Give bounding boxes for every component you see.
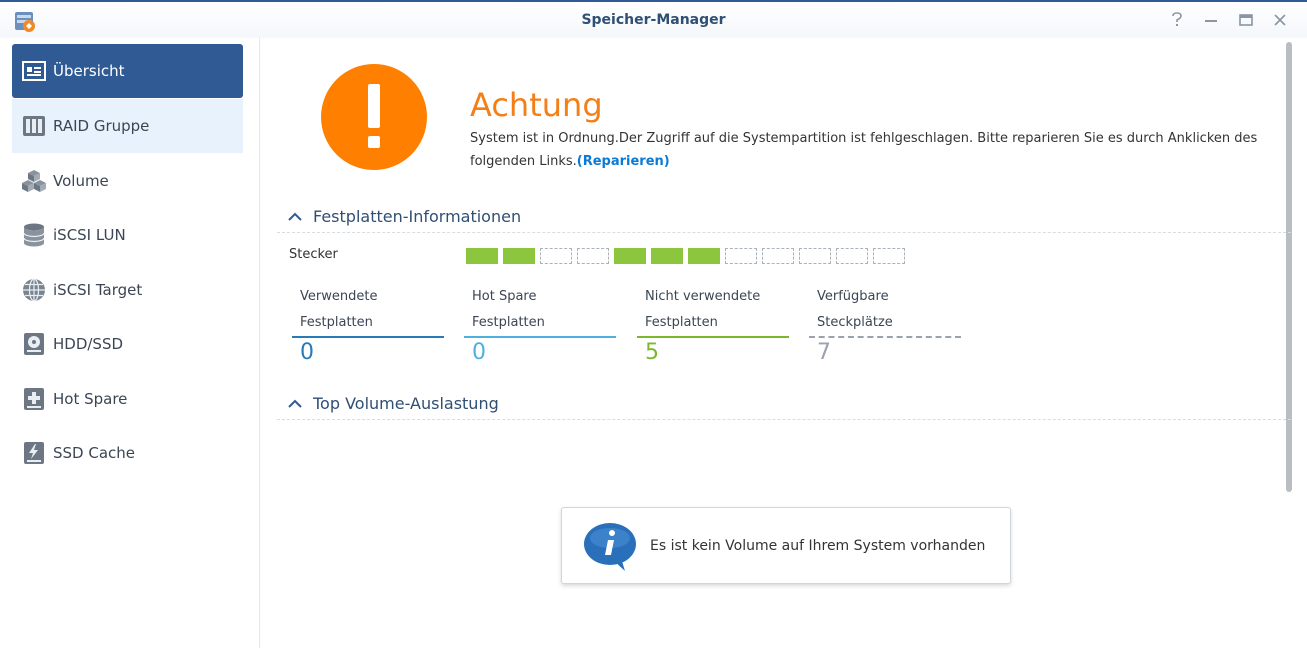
chevron-up-icon — [288, 212, 302, 221]
stat-underline — [292, 336, 444, 338]
stat-label-line1: Verfügbare — [817, 289, 889, 304]
drive-slot-occupied — [651, 248, 683, 264]
raid-icon — [22, 114, 46, 138]
sidebar-item-ssd-cache[interactable]: SSD Cache — [12, 426, 243, 480]
minimize-icon — [1205, 20, 1217, 22]
window-title: Speicher-Manager — [581, 12, 726, 28]
stecker-label: Stecker — [289, 247, 338, 262]
sidebar-item-hdd-ssd[interactable]: HDD/SSD — [12, 317, 243, 371]
stat-value: 5 — [645, 340, 659, 365]
minimize-button[interactable] — [1201, 10, 1221, 30]
volume-cubes-icon — [22, 169, 46, 193]
sidebar-item-label: Volume — [53, 172, 109, 190]
drive-slot-empty — [725, 248, 757, 264]
status-message-block: System ist in Ordnung.Der Zugriff auf di… — [470, 127, 1280, 173]
main-scrollbar[interactable] — [1286, 42, 1292, 492]
drive-slot-empty — [873, 248, 905, 264]
status-heading: Achtung — [470, 86, 603, 124]
disk-info-section-header[interactable]: Festplatten-Informationen — [287, 207, 521, 226]
sidebar: Übersicht RAID Gruppe Volume iSCSI LUN i… — [0, 38, 260, 648]
sidebar-item-iscsi-lun[interactable]: iSCSI LUN — [12, 208, 243, 262]
stat-underline — [809, 336, 961, 338]
info-bubble-icon — [584, 523, 636, 571]
sidebar-item-label: iSCSI LUN — [53, 226, 126, 244]
stat-label-line2: Festplatten — [300, 315, 373, 330]
stat-underline — [637, 336, 789, 338]
stat-label-line2: Hot Spare Festplatten — [472, 289, 545, 330]
hdd-icon — [22, 332, 46, 356]
drive-slot-empty — [836, 248, 868, 264]
maximize-icon — [1239, 14, 1253, 26]
drive-slots — [466, 248, 905, 264]
warning-icon — [321, 64, 427, 170]
drive-slot-occupied — [466, 248, 498, 264]
drive-slot-empty — [577, 248, 609, 264]
sidebar-item-iscsi-target[interactable]: iSCSI Target — [12, 263, 243, 317]
stat-label-line2: Festplatten — [645, 315, 718, 330]
sidebar-item-hot-spare[interactable]: Hot Spare — [12, 372, 243, 426]
chevron-up-icon — [288, 399, 302, 408]
database-icon — [22, 223, 46, 247]
drive-slot-empty — [799, 248, 831, 264]
stat-value: 0 — [300, 340, 314, 365]
lightning-drive-icon — [22, 441, 46, 465]
title-bar[interactable]: Speicher-Manager — [0, 2, 1307, 38]
drive-slot-empty — [762, 248, 794, 264]
stat-value: 7 — [817, 340, 831, 365]
overview-icon — [22, 59, 46, 83]
sidebar-item-overview[interactable]: Übersicht — [12, 44, 243, 98]
help-button[interactable] — [1167, 10, 1187, 30]
close-icon — [1274, 14, 1286, 26]
stat-unused-disks: Nicht verwendete Festplatten 5 — [637, 284, 789, 365]
stat-value: 0 — [472, 340, 486, 365]
empty-volume-message: Es ist kein Volume auf Ihrem System vorh… — [650, 538, 986, 554]
stat-label-line2: Steckplätze — [817, 315, 893, 330]
section-divider — [277, 419, 1291, 420]
sidebar-item-label: iSCSI Target — [53, 281, 143, 299]
volume-usage-section-header[interactable]: Top Volume-Auslastung — [287, 394, 499, 413]
sidebar-item-volume[interactable]: Volume — [12, 154, 243, 208]
stat-label-line1: Nicht verwendete — [645, 289, 761, 304]
close-button[interactable] — [1270, 10, 1290, 30]
empty-volume-message-box: Es ist kein Volume auf Ihrem System vorh… — [561, 507, 1011, 584]
sidebar-item-label: Übersicht — [53, 62, 125, 80]
maximize-button[interactable] — [1236, 10, 1256, 30]
stat-hot-spare-disks: Hot Spare Festplatten 0 — [464, 284, 616, 365]
sidebar-item-label: RAID Gruppe — [53, 117, 150, 135]
help-icon — [1172, 12, 1182, 26]
disk-info-section-title: Festplatten-Informationen — [313, 207, 522, 226]
drive-slot-occupied — [614, 248, 646, 264]
drive-slot-occupied — [688, 248, 720, 264]
globe-icon — [22, 278, 46, 302]
stat-label-line1: Verwendete — [300, 289, 378, 304]
drive-slot-empty — [540, 248, 572, 264]
section-divider — [277, 232, 1291, 233]
plus-drive-icon — [22, 387, 46, 411]
stat-underline — [464, 336, 616, 338]
storage-manager-window: Speicher-Manager Übersicht RAID Gruppe V… — [0, 0, 1307, 648]
drive-slot-occupied — [503, 248, 535, 264]
repair-link[interactable]: (Reparieren) — [577, 154, 670, 169]
stat-used-disks: Verwendete Festplatten 0 — [292, 284, 444, 365]
sidebar-item-raid-group[interactable]: RAID Gruppe — [12, 99, 243, 153]
stat-available-slots: Verfügbare Steckplätze 7 — [809, 284, 961, 365]
volume-usage-section-title: Top Volume-Auslastung — [313, 394, 499, 413]
sidebar-item-label: SSD Cache — [53, 444, 136, 462]
sidebar-item-label: Hot Spare — [53, 390, 128, 408]
sidebar-item-label: HDD/SSD — [53, 335, 124, 353]
